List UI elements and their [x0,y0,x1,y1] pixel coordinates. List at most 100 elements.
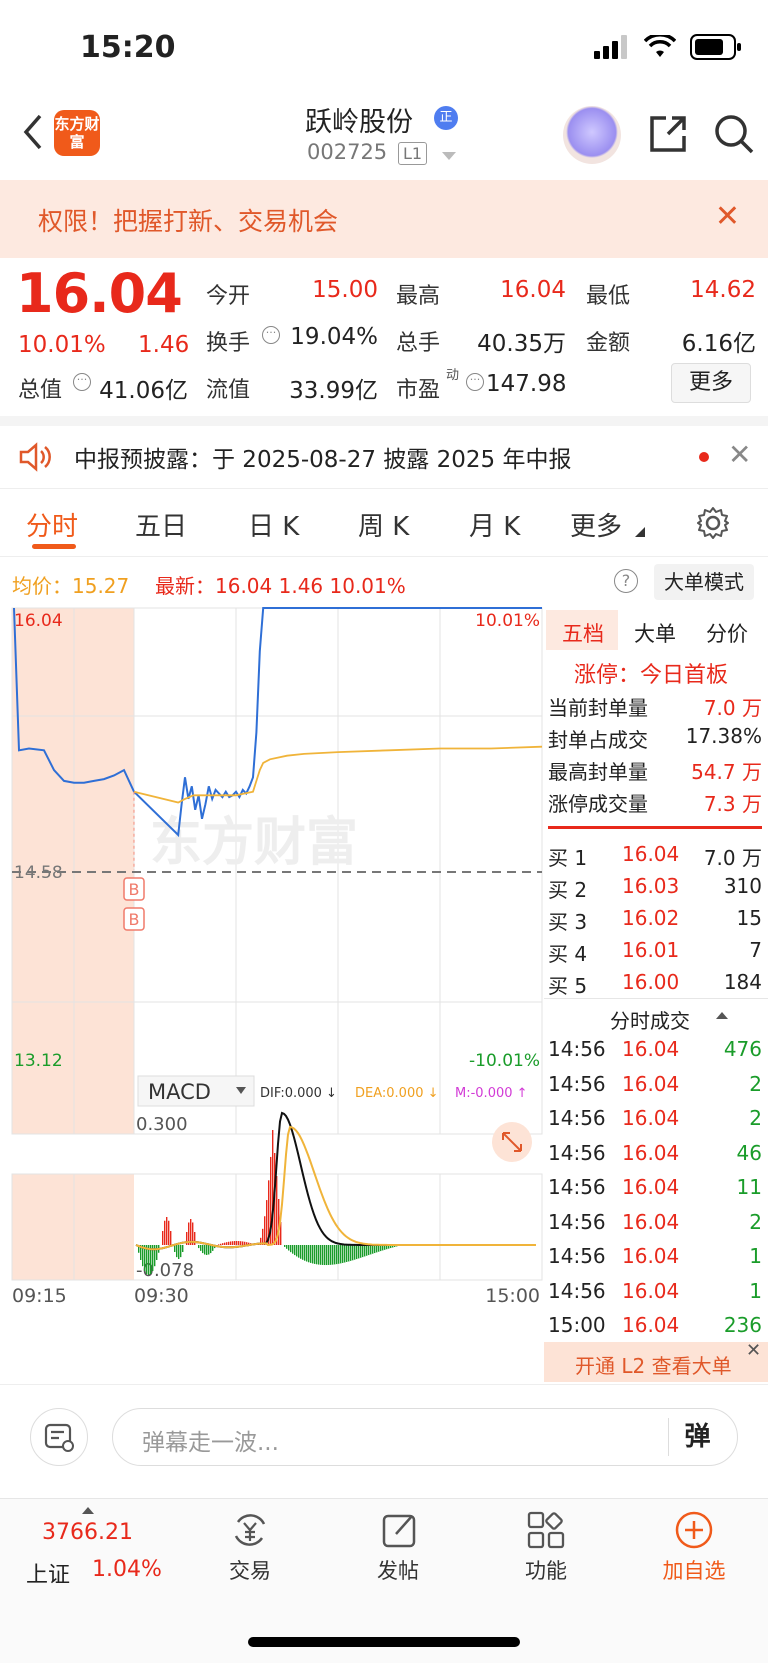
tab-intraday[interactable]: 分时 [26,506,78,543]
macd-bar [332,1245,334,1265]
float-value: 33.99亿 [289,378,378,404]
trade-icon[interactable] [230,1510,270,1550]
tab-monthly-k[interactable]: 月 K [469,506,520,543]
tick-price: 16.04 [622,1140,680,1165]
buy-marker[interactable]: B [123,877,145,901]
avg-price-label: 均价：15.27 [12,574,130,598]
macd-bar [180,1245,182,1258]
post-icon[interactable] [380,1510,420,1550]
settings-gear-icon[interactable] [696,506,730,540]
bid-price[interactable]: 16.04 [622,842,679,866]
comment-list-button[interactable] [30,1408,88,1466]
bid-price[interactable]: 16.02 [622,906,679,930]
bid-price[interactable]: 16.01 [622,938,679,962]
functions-icon[interactable] [526,1510,566,1550]
search-icon[interactable] [712,112,756,156]
macd-bar [226,1242,228,1245]
stock-code[interactable]: 002725 [307,140,387,164]
macd-bar [318,1245,320,1265]
more-button[interactable]: 更多 [671,363,751,403]
tick-price: 16.04 [622,1175,680,1199]
buy-marker-label: B [129,880,140,899]
share-icon[interactable] [646,112,690,156]
stat-label: 封单占成交 [548,728,648,752]
back-chevron-icon[interactable] [18,112,48,152]
macd-bar [200,1245,202,1251]
macd-bar [352,1245,354,1261]
stock-name[interactable]: 跃岭股份 [305,100,413,139]
macd-bar [292,1245,294,1254]
macd-bar [358,1245,360,1259]
macd-bar [294,1245,296,1256]
macd-bar [302,1245,304,1260]
tick-price: 16.04 [622,1244,680,1268]
comment-list-icon [44,1423,74,1452]
sort-up-icon[interactable] [716,1012,728,1019]
index-value[interactable]: 3766.21 [42,1520,133,1545]
low-value: 14.62 [690,277,756,303]
high-value: 16.04 [500,277,566,303]
ticks-title[interactable]: 分时成交 [610,1005,690,1034]
danmu-toggle-button[interactable]: 弹 [668,1418,726,1456]
tab-add-watchlist[interactable]: 加自选 [644,1555,744,1585]
chevron-down-icon[interactable] [442,152,456,160]
brand-logo[interactable]: 东方财富 [54,110,100,156]
info-icon[interactable]: ··· [466,372,484,391]
tab-order-book[interactable]: 五档 [562,618,604,648]
tab-big-orders[interactable]: 大单 [634,618,676,648]
x-label-start: 09:15 [12,1285,67,1307]
add-watchlist-icon[interactable] [674,1510,714,1550]
help-icon[interactable]: ? [614,569,638,593]
tick-price: 16.04 [622,1037,680,1061]
bid-price[interactable]: 16.00 [622,970,679,994]
pct-max-label: 10.01% [475,611,540,631]
macd-bar [372,1245,374,1254]
buy-marker-label: B [129,910,140,929]
tab-five-day[interactable]: 五日 [135,506,187,543]
latest-price-label: 最新：16.04 1.46 10.01% [155,574,406,598]
pe-label: 市盈 [396,378,441,403]
y-mid-label: 14.58 [14,863,63,883]
notice-bar[interactable]: 中报预披露：于 2025-08-27 披露 2025 年中报 ✕ [0,426,768,488]
macd-bar [356,1245,358,1260]
info-icon[interactable]: ··· [262,325,280,344]
bid-label: 买 5 [548,974,588,998]
l2-link-text[interactable]: 开通 L2 查看大单 [575,1350,732,1379]
tab-price-dist[interactable]: 分价 [706,618,748,648]
tab-more[interactable]: 更多 [570,506,622,543]
macd-bar [174,1245,176,1252]
big-order-mode-button[interactable]: 大单模式 [654,564,754,600]
tab-post[interactable]: 发帖 [348,1555,448,1585]
y-max-label: 16.04 [14,611,63,631]
close-icon[interactable]: ✕ [746,1340,761,1361]
macd-bar [202,1245,204,1254]
info-icon[interactable]: ··· [73,372,91,391]
change-amount: 1.46 [138,332,190,358]
divider [0,488,768,489]
macd-bar [348,1245,350,1262]
macd-bar [206,1245,208,1255]
bid-volume: 184 [723,970,762,994]
macd-bar [164,1220,166,1245]
m-label: M:-0.000 ↑ [455,1086,528,1101]
ai-assistant-icon[interactable] [563,106,621,164]
macd-label: MACD [148,1080,211,1104]
macd-bar [182,1245,184,1252]
macd-bar [336,1245,338,1265]
buy-marker[interactable]: B [123,907,145,931]
close-icon[interactable]: ✕ [728,438,751,471]
tab-weekly-k[interactable]: 周 K [358,506,409,543]
tab-daily-k[interactable]: 日 K [248,506,299,543]
expand-up-icon[interactable] [82,1507,94,1514]
intraday-chart[interactable]: 东方财富 BB 16.04 14.58 13.12 10.01% -10.01%… [0,600,544,1390]
stat-label: 当前封单量 [548,696,648,720]
tab-functions[interactable]: 功能 [496,1555,596,1585]
macd-bar [168,1220,170,1245]
promo-banner[interactable]: 权限！把握打新、交易机会 ✕ [0,180,768,258]
macd-bar [242,1241,244,1245]
close-icon[interactable]: ✕ [715,202,740,232]
status-icons [594,34,742,60]
tab-trade[interactable]: 交易 [200,1555,300,1585]
bid-price[interactable]: 16.03 [622,874,679,898]
pct-min-label: -10.01% [469,1051,540,1071]
